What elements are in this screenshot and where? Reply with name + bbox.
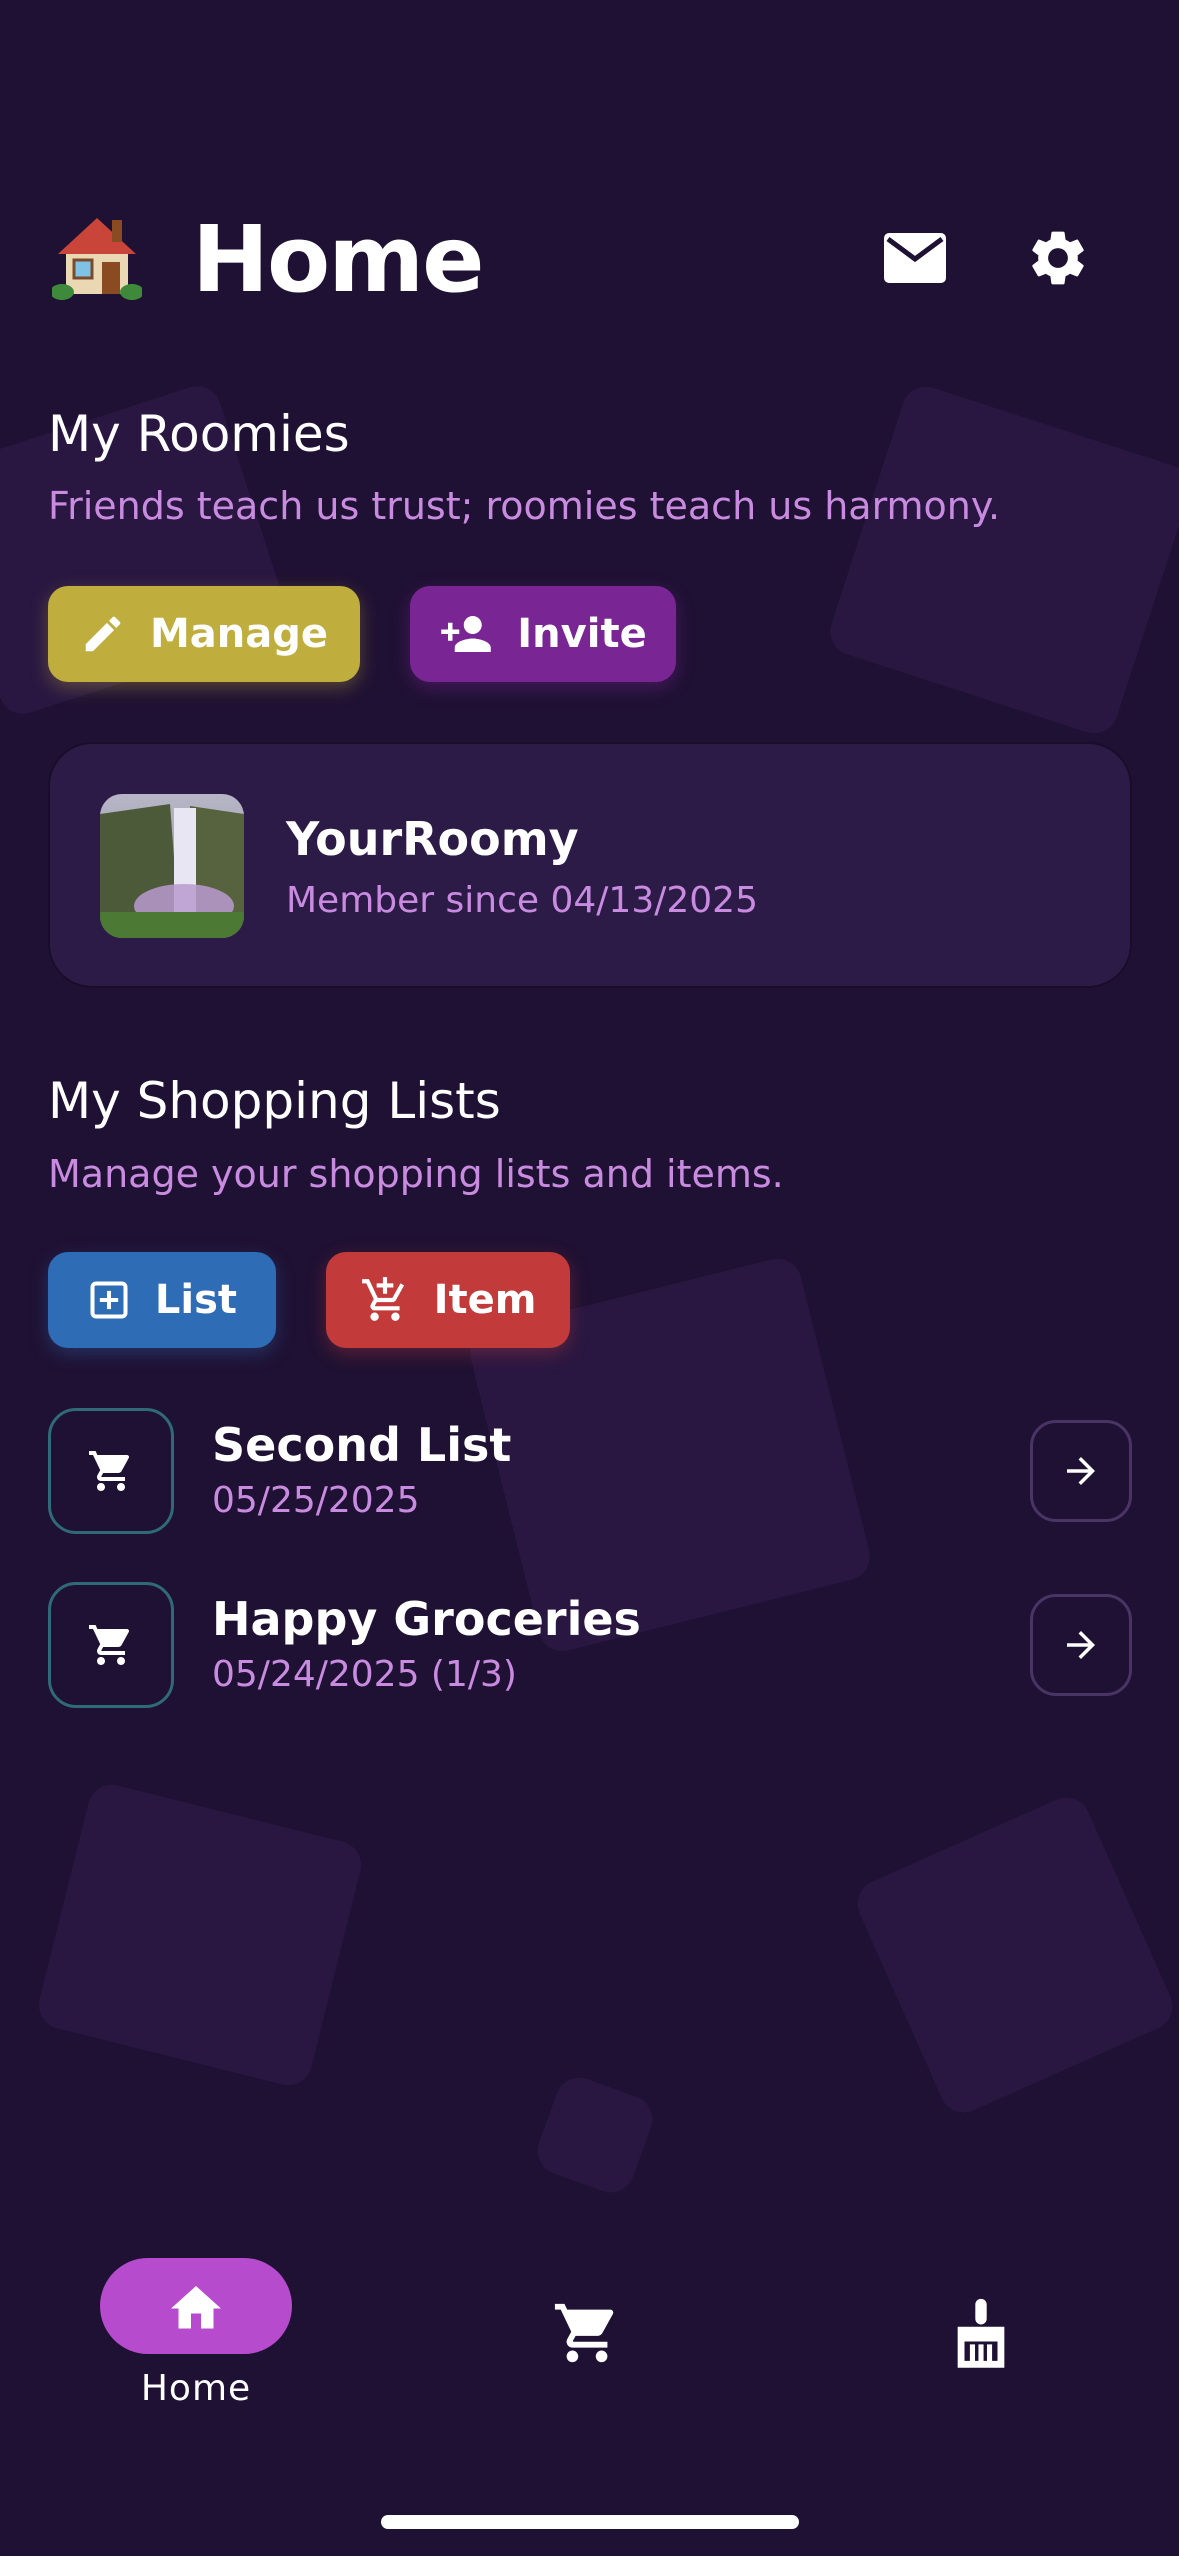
list-name: Happy Groceries: [212, 1592, 641, 1646]
cart-icon: [48, 1582, 174, 1708]
arrow-right-icon: [1067, 1457, 1095, 1485]
open-list-button[interactable]: [1030, 1420, 1132, 1522]
shopping-title: My Shopping Lists: [48, 1072, 501, 1130]
mail-icon[interactable]: [879, 222, 951, 294]
roomies-subtitle: Friends teach us trust; roomies teach us…: [48, 484, 1001, 528]
bottom-nav: Home: [0, 2230, 1179, 2430]
nav-chores[interactable]: [946, 2296, 1016, 2370]
list-item[interactable]: Second List 05/25/2025: [48, 1408, 1132, 1534]
list-date: 05/25/2025: [212, 1480, 420, 1521]
invite-button-label: Invite: [517, 611, 647, 657]
add-item-button[interactable]: Item: [326, 1252, 570, 1348]
roomy-card[interactable]: YourRoomy Member since 04/13/2025: [48, 742, 1132, 988]
nav-shopping[interactable]: [552, 2298, 622, 2368]
list-item[interactable]: Happy Groceries 05/24/2025 (1/3): [48, 1582, 1132, 1708]
house-icon: [50, 210, 144, 300]
roomy-member-since: Member since 04/13/2025: [286, 880, 758, 921]
shopping-subtitle: Manage your shopping lists and items.: [48, 1152, 784, 1196]
gear-icon[interactable]: [1022, 222, 1094, 294]
invite-button[interactable]: Invite: [410, 586, 676, 682]
roomy-name: YourRoomy: [286, 812, 579, 866]
arrow-right-icon: [1067, 1631, 1095, 1659]
background-shape: [530, 2070, 660, 2200]
add-list-button-label: List: [154, 1277, 238, 1323]
nav-home-label: Home: [140, 2368, 252, 2409]
add-person-icon: [441, 616, 492, 652]
background-shape: [849, 1789, 1179, 2121]
nav-home[interactable]: Home: [100, 2258, 292, 2409]
background-shape: [824, 380, 1179, 740]
add-cart-icon: [361, 1277, 404, 1321]
manage-button[interactable]: Manage: [48, 586, 360, 682]
pencil-icon: [85, 616, 121, 652]
manage-button-label: Manage: [149, 611, 329, 657]
add-list-button[interactable]: List: [48, 1252, 276, 1348]
roomies-title: My Roomies: [48, 405, 350, 463]
app-header: Home: [0, 0, 1179, 360]
open-list-button[interactable]: [1030, 1594, 1132, 1696]
home-icon: [100, 2258, 292, 2354]
page-title: Home: [192, 206, 484, 313]
list-date: 05/24/2025 (1/3): [212, 1654, 517, 1695]
broom-icon: [957, 2298, 1005, 2368]
avatar: [100, 794, 244, 938]
background-shape: [33, 1779, 367, 2091]
add-box-icon: [90, 1281, 128, 1319]
cart-icon: [48, 1408, 174, 1534]
list-name: Second List: [212, 1418, 512, 1472]
home-indicator[interactable]: [381, 2515, 799, 2529]
cart-icon: [554, 2303, 614, 2363]
add-item-button-label: Item: [433, 1277, 537, 1323]
